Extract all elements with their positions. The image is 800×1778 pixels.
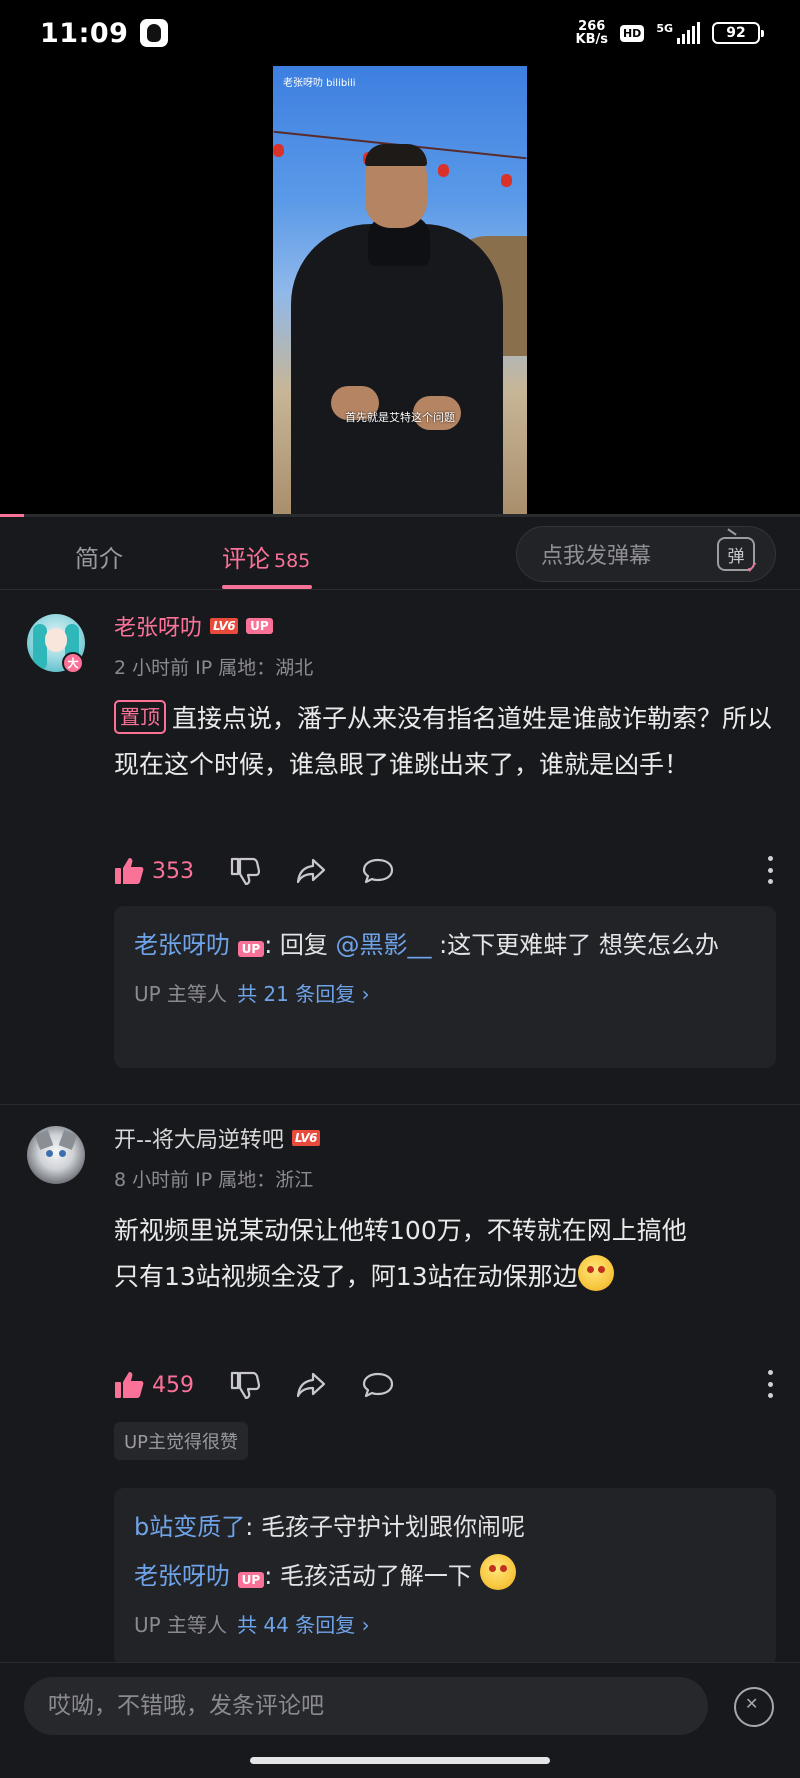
status-bar: 11:09 266 KB/s HD 5G 92 [0, 0, 800, 66]
comment-text: 新视频里说某动保让他转100万，不转就在网上搞他 只有13站视频全没了，阿13站… [114, 1216, 687, 1291]
danmaku-placeholder: 点我发弹幕 [541, 544, 652, 569]
tab-comments[interactable]: 评论 585 [222, 539, 310, 574]
more-options-icon[interactable] [768, 1370, 774, 1398]
comment-meta: 8 小时前 IP 属地：浙江 [114, 1169, 314, 1191]
up-badge: UP [246, 618, 273, 634]
comment-username[interactable]: 开--将大局逆转吧 LV6 [114, 1122, 321, 1154]
reply-item: 老张呀叻 UP: 回复 @黑影__ :这下更难蚌了 想笑怎么办 [134, 931, 719, 959]
view-replies-link[interactable]: 共 44 条回复 › [237, 1613, 370, 1637]
share-icon [296, 1372, 326, 1398]
comment-actions: 353 [114, 854, 774, 888]
comments-count: 585 [274, 550, 311, 572]
status-time: 11:09 [40, 17, 129, 49]
comment-text: 置顶 直接点说，潘子从来没有指名道姓是谁敲诈勒索？所以现在这个时候，谁急眼了谁跳出… [114, 696, 774, 788]
comment-username[interactable]: 老张呀叻 LV6 UP [114, 610, 273, 642]
home-indicator[interactable] [250, 1757, 550, 1764]
reply-footer: UP 主等人共 44 条回复 › [134, 1613, 370, 1637]
reply-button[interactable] [362, 857, 394, 885]
emoji-picker-icon[interactable] [734, 1687, 774, 1727]
signal-strength-icon: 5G [656, 22, 700, 44]
like-count: 353 [152, 858, 194, 884]
reply-username[interactable]: b站变质了 [134, 1513, 245, 1541]
network-speed: 266 KB/s [575, 19, 608, 47]
avatar-badge: 大 [62, 652, 84, 674]
video-player[interactable]: 老张呀叻 bilibili 首先就是艾特这个问题 [0, 66, 800, 516]
share-button[interactable] [296, 857, 326, 885]
level-badge: LV6 [210, 618, 239, 634]
dislike-button[interactable] [230, 1371, 260, 1399]
reply-footer: UP 主等人共 21 条回复 › [134, 982, 370, 1006]
comment-bubble-icon [362, 1372, 394, 1398]
active-tab-indicator [222, 585, 312, 589]
video-frame[interactable]: 老张呀叻 bilibili 首先就是艾特这个问题 [273, 66, 527, 516]
comment-actions: 459 [114, 1368, 774, 1402]
reply-preview-box[interactable]: 老张呀叻 UP: 回复 @黑影__ :这下更难蚌了 想笑怎么办 UP 主等人共 … [114, 906, 776, 1068]
mention-link[interactable]: @黑影__ [336, 931, 432, 959]
reply-item: 老张呀叻 UP: 毛孩活动了解一下 [134, 1554, 756, 1601]
avatar[interactable] [27, 1126, 85, 1184]
reply-username[interactable]: 老张呀叻 [134, 1562, 230, 1590]
reply-button[interactable] [362, 1371, 394, 1399]
danmaku-toggle-icon[interactable]: 弹 [717, 537, 759, 577]
pinned-tag: 置顶 [114, 700, 166, 734]
level-badge: LV6 [291, 1130, 321, 1146]
status-indicators: 266 KB/s HD 5G 92 [575, 19, 764, 47]
comment-compose-bar [0, 1662, 800, 1778]
like-button[interactable]: 353 [114, 857, 194, 885]
reply-preview-box[interactable]: b站变质了: 毛孩子守护计划跟你闹呢 老张呀叻 UP: 毛孩活动了解一下 UP … [114, 1488, 776, 1666]
up-badge: UP [237, 941, 265, 957]
emoji-icon [479, 1554, 516, 1590]
danmaku-input[interactable]: 点我发弹幕 弹 [516, 526, 776, 582]
thumb-down-icon [230, 1371, 260, 1399]
share-button[interactable] [296, 1371, 326, 1399]
up-badge: UP [237, 1572, 265, 1588]
more-options-icon[interactable] [768, 856, 774, 884]
tab-bar: 简介 评论 585 点我发弹幕 弹 [0, 517, 800, 590]
dislike-button[interactable] [230, 857, 260, 885]
video-watermark: 老张呀叻 bilibili [283, 78, 356, 89]
battery-icon: 92 [712, 22, 764, 44]
share-icon [296, 858, 326, 884]
tab-intro[interactable]: 简介 [75, 539, 123, 574]
thumb-up-icon [115, 1372, 144, 1398]
comment-meta: 2 小时前 IP 属地：湖北 [114, 657, 314, 679]
video-person [291, 224, 503, 516]
thumb-up-icon [115, 858, 144, 884]
reply-username[interactable]: 老张呀叻 [134, 931, 230, 959]
qq-notification-icon [140, 19, 169, 47]
reply-item: b站变质了: 毛孩子守护计划跟你闹呢 [134, 1513, 525, 1541]
comment-divider [0, 1104, 800, 1105]
emoji-icon [577, 1255, 614, 1291]
like-button[interactable]: 459 [114, 1371, 194, 1399]
comment-bubble-icon [362, 858, 394, 884]
view-replies-link[interactable]: 共 21 条回复 › [237, 982, 370, 1006]
thumb-down-icon [230, 857, 260, 885]
comment-input[interactable] [24, 1677, 708, 1735]
hd-voice-icon: HD [619, 24, 645, 42]
like-count: 459 [152, 1372, 194, 1398]
video-subtitle: 首先就是艾特这个问题 [345, 411, 455, 424]
up-liked-badge: UP主觉得很赞 [114, 1422, 249, 1460]
